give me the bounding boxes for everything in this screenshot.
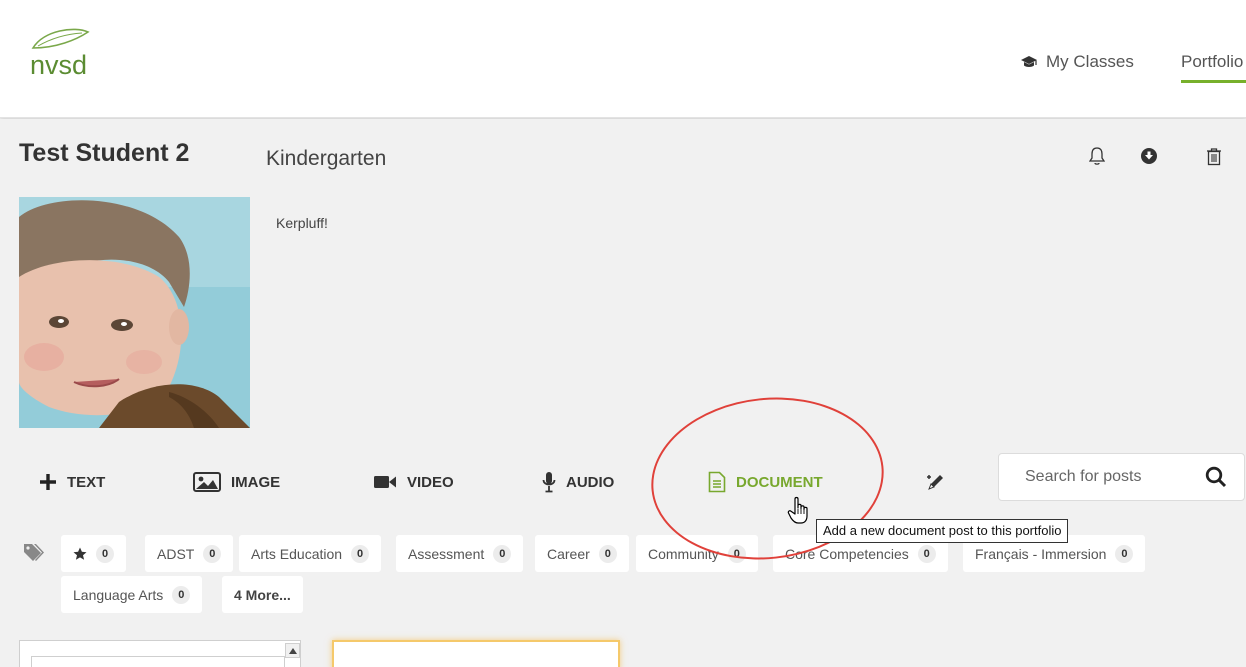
tag-label: Community: [648, 545, 719, 562]
document-tooltip: Add a new document post to this portfoli…: [816, 519, 1069, 543]
nav-portfolio-label: Portfolio: [1181, 52, 1244, 71]
tag-count: 0: [1115, 544, 1134, 563]
nav-portfolio[interactable]: Portfolio: [1181, 52, 1243, 72]
tag-count: 0: [727, 544, 746, 563]
add-text-button[interactable]: TEXT: [39, 466, 105, 498]
add-image-label: IMAGE: [231, 473, 281, 491]
tag-starred[interactable]: 0: [61, 535, 126, 572]
student-bio: Kerpluff!: [276, 215, 328, 231]
add-document-button[interactable]: DOCUMENT: [708, 466, 823, 498]
tag-label: Français - Immersion: [975, 545, 1107, 562]
nav-my-classes[interactable]: My Classes: [1020, 52, 1134, 72]
tag-count: 0: [203, 544, 222, 563]
add-document-label: DOCUMENT: [736, 473, 823, 491]
plus-icon: [39, 473, 57, 491]
pencil-icon: [926, 472, 946, 492]
scroll-up-arrow-icon[interactable]: [285, 643, 300, 658]
post-card: [332, 640, 620, 667]
add-video-label: VIDEO: [407, 473, 454, 491]
add-image-button[interactable]: IMAGE: [193, 466, 280, 498]
search-icon[interactable]: [1205, 466, 1227, 493]
student-name: Test Student 2: [19, 139, 190, 167]
hand-pointer-cursor-icon: [787, 496, 808, 524]
star-icon: [73, 547, 87, 561]
tag-arts-education[interactable]: Arts Education 0: [239, 535, 382, 572]
tag-count: 0: [598, 544, 617, 563]
video-camera-icon: [373, 474, 397, 490]
add-audio-button[interactable]: AUDIO: [542, 466, 614, 498]
tag-count: 0: [351, 544, 370, 563]
document-icon: [708, 471, 726, 493]
tag-icon: [23, 543, 45, 566]
logo-text[interactable]: nvsd: [30, 50, 87, 81]
tag-label: Career: [547, 545, 590, 562]
student-grade: Kindergarten: [266, 147, 387, 170]
tag-count: 0: [917, 544, 936, 563]
bell-icon[interactable]: [1086, 144, 1108, 168]
trash-icon[interactable]: [1203, 144, 1225, 168]
add-video-button[interactable]: VIDEO: [373, 466, 454, 498]
nav-active-indicator: [1181, 80, 1246, 83]
tag-count: 0: [172, 585, 191, 604]
tag-career[interactable]: Career 0: [535, 535, 629, 572]
image-icon: [193, 472, 221, 492]
nav-my-classes-label: My Classes: [1046, 52, 1134, 71]
tags-more-button[interactable]: 4 More...: [222, 576, 303, 613]
pencil-button[interactable]: [926, 466, 956, 498]
add-text-label: TEXT: [67, 473, 106, 491]
download-icon[interactable]: [1138, 144, 1160, 168]
tag-community[interactable]: Community 0: [636, 535, 758, 572]
tag-label: Language Arts: [73, 586, 164, 603]
tag-label: ADST: [157, 545, 195, 562]
tag-label: Assessment: [408, 545, 485, 562]
tag-label: Core Competencies: [785, 545, 909, 562]
search-input[interactable]: [999, 454, 1189, 500]
top-header: nvsd My Classes Portfolio: [0, 0, 1246, 118]
left-panel-list: [31, 656, 285, 667]
tag-label: Arts Education: [251, 545, 343, 562]
add-audio-label: AUDIO: [566, 473, 615, 491]
graduation-cap-icon: [1020, 55, 1038, 69]
tag-assessment[interactable]: Assessment 0: [396, 535, 524, 572]
microphone-icon: [542, 471, 556, 493]
tag-count: 0: [493, 544, 512, 563]
tag-adst[interactable]: ADST 0: [145, 535, 234, 572]
tags-more-label: 4 More...: [234, 586, 291, 603]
search-box: [998, 453, 1245, 501]
student-photo: [19, 197, 250, 428]
tag-count: 0: [96, 544, 114, 563]
tag-language-arts[interactable]: Language Arts 0: [61, 576, 203, 613]
portfolio-page: nvsd My Classes Portfolio Test Student 2…: [0, 0, 1246, 667]
